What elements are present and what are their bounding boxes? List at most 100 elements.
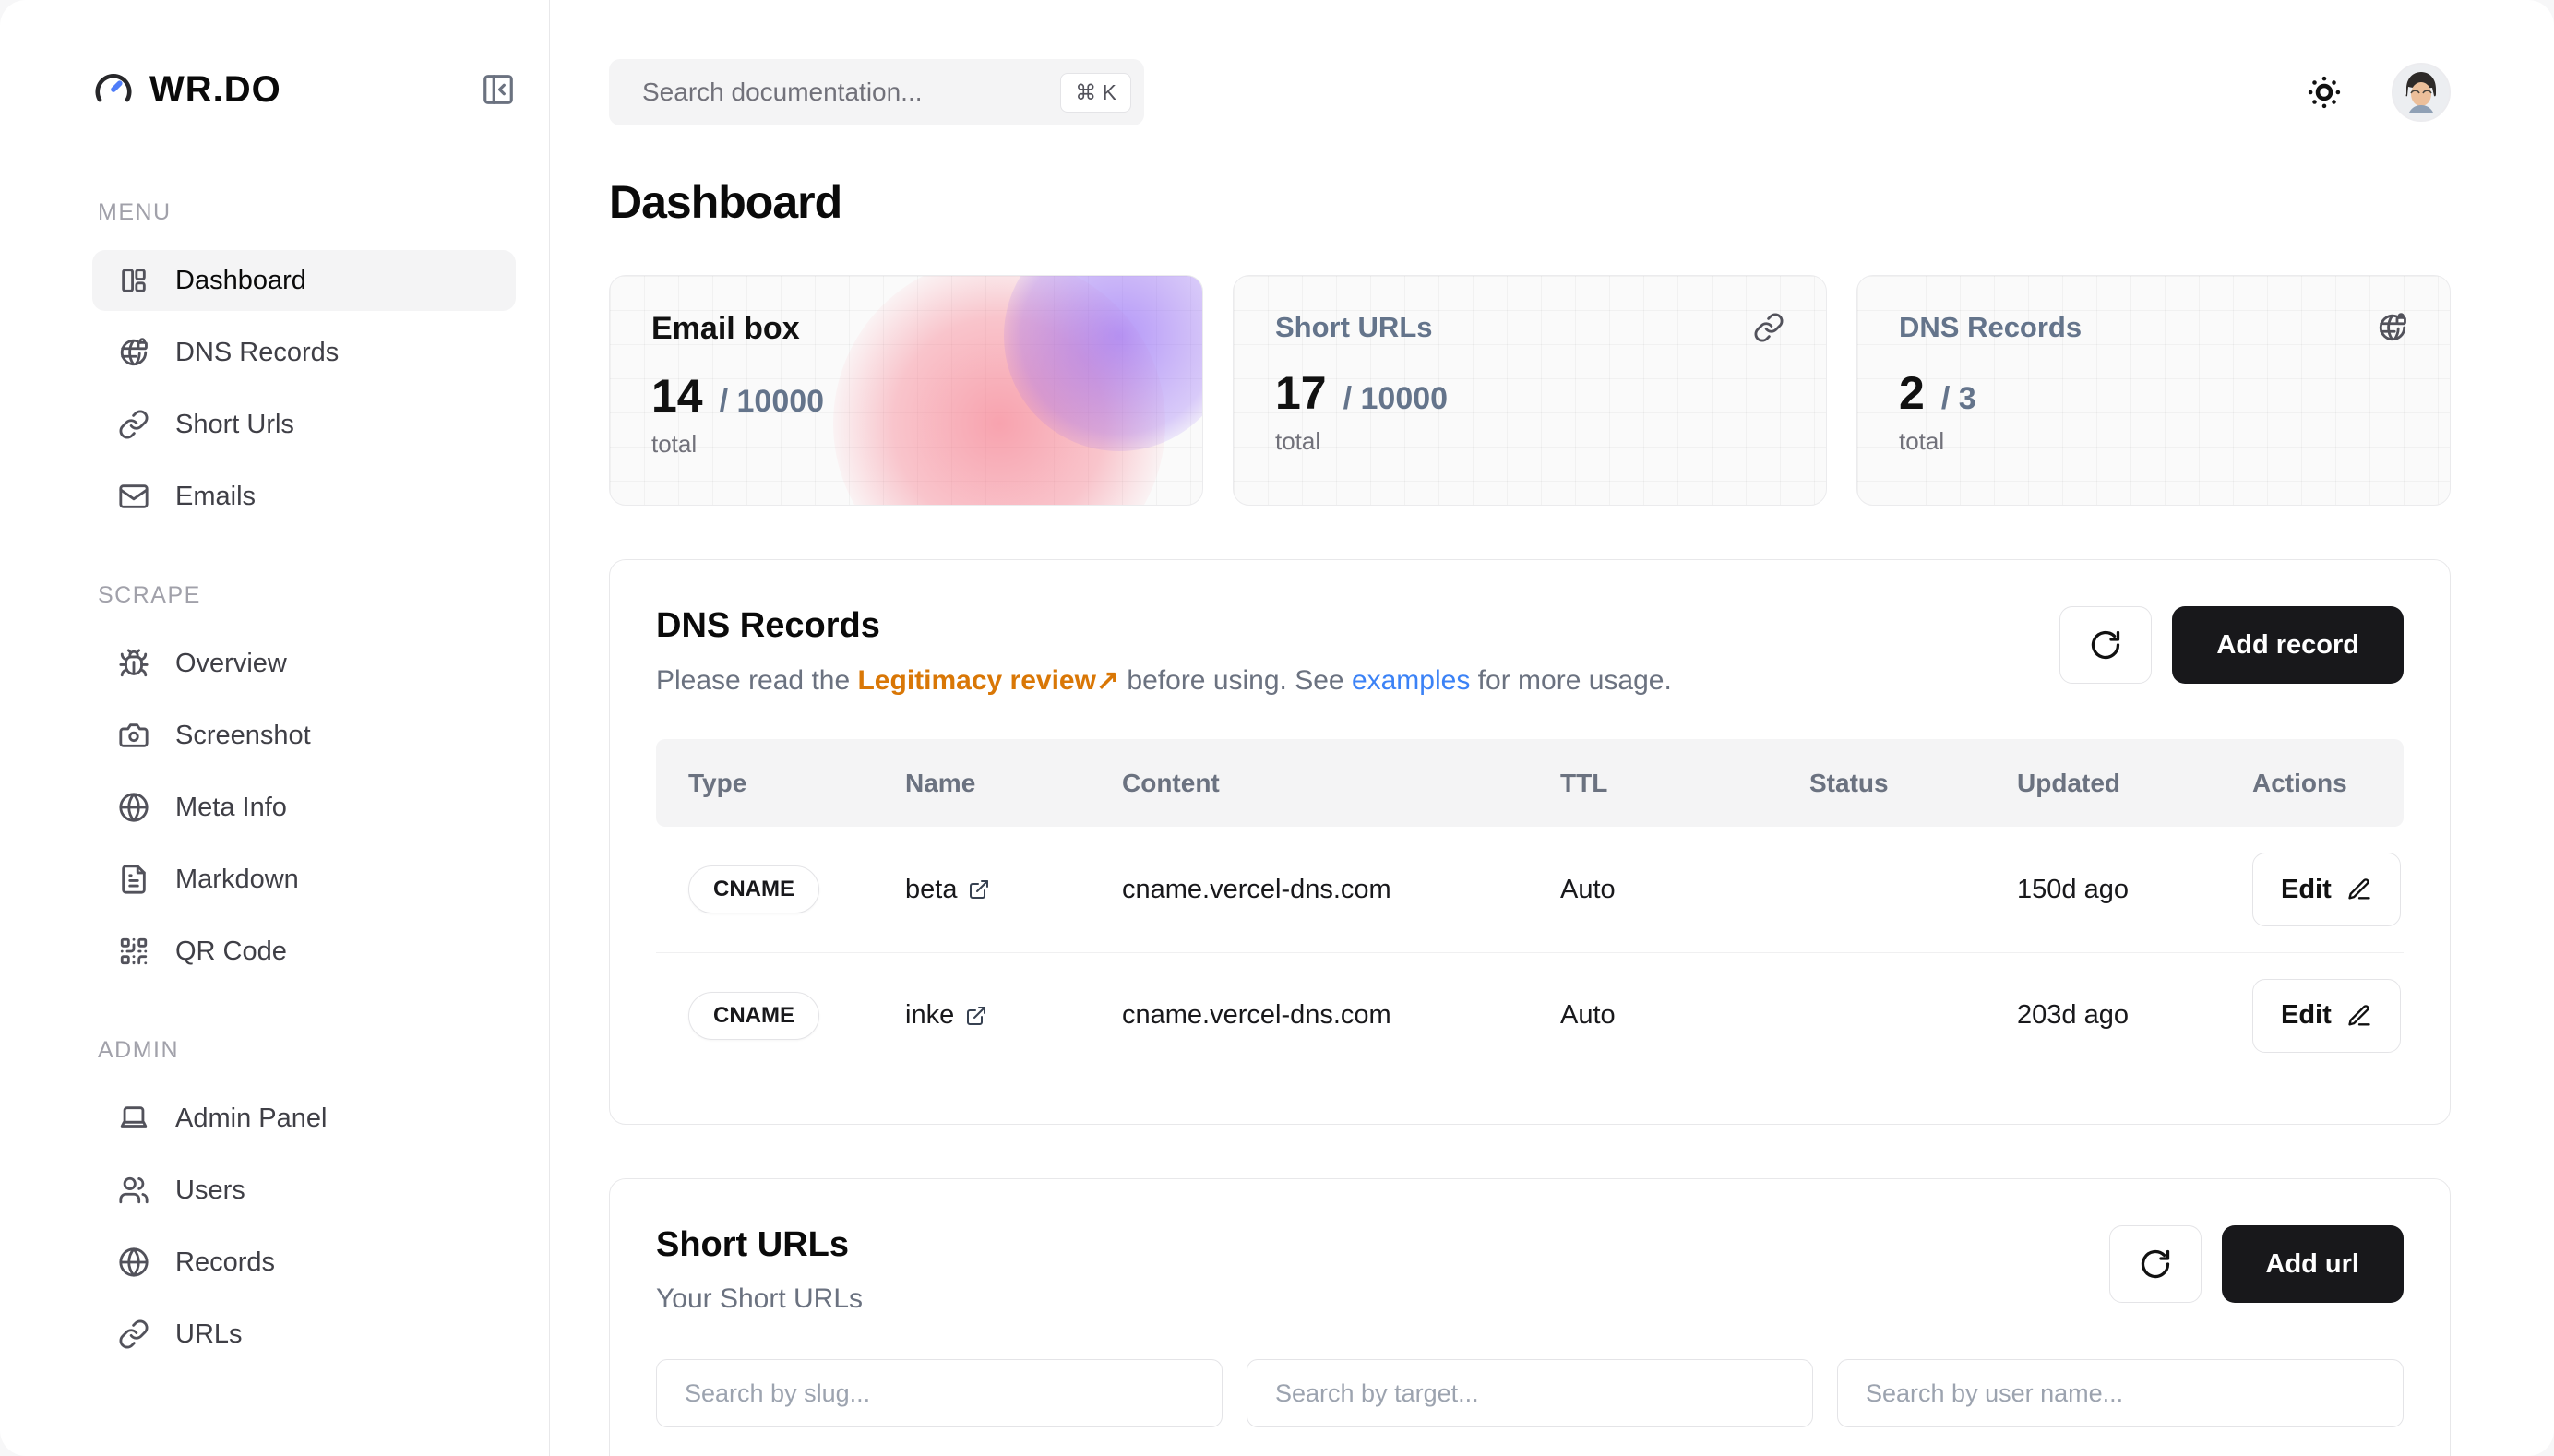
- col-ttl: TTL: [1560, 769, 1809, 798]
- stat-cards: Email box 14 / 10000 total Short URLs 17: [609, 275, 2451, 506]
- sidebar-item-emails[interactable]: Emails: [92, 466, 516, 527]
- search-by-user-name-input[interactable]: [1837, 1359, 2404, 1427]
- record-type-badge: CNAME: [688, 992, 819, 1040]
- desc-text: Please read the: [656, 665, 857, 696]
- card-title: DNS Records: [1899, 311, 2082, 344]
- col-type: Type: [688, 769, 905, 798]
- edit-label: Edit: [2281, 875, 2332, 905]
- sidebar-item-label: Records: [175, 1247, 275, 1278]
- short-urls-panel: Short URLs Your Short URLs Add url: [609, 1178, 2451, 1456]
- nav-section-label: MENU: [98, 199, 516, 226]
- doc-search-input[interactable]: [642, 78, 1060, 107]
- sidebar-item-label: Short Urls: [175, 410, 294, 440]
- stat-card-dns-records: DNS Records 2 / 3 total: [1856, 275, 2451, 506]
- mail-icon: [118, 481, 149, 512]
- record-updated: 150d ago: [2017, 875, 2252, 905]
- sidebar-item-overview[interactable]: Overview: [92, 633, 516, 694]
- sidebar-item-qr-code[interactable]: QR Code: [92, 921, 516, 982]
- search-by-target-input[interactable]: [1247, 1359, 1813, 1427]
- nav-group-admin: ADMIN Admin Panel Users Records: [92, 1037, 516, 1365]
- sidebar-collapse-icon[interactable]: [481, 72, 516, 107]
- doc-search-box[interactable]: ⌘ K: [609, 59, 1144, 125]
- card-value: 2: [1899, 366, 1925, 420]
- col-status: Status: [1809, 769, 2017, 798]
- card-value: 17: [1275, 366, 1327, 420]
- sidebar-item-label: Meta Info: [175, 793, 287, 823]
- sidebar-item-screenshot[interactable]: Screenshot: [92, 705, 516, 766]
- record-content: cname.vercel-dns.com: [1122, 1000, 1560, 1031]
- main-content: ⌘ K Dashboard Email box 14: [550, 0, 2554, 1456]
- add-url-button[interactable]: Add url: [2222, 1225, 2405, 1303]
- brand-name: WR.DO: [149, 69, 281, 111]
- file-text-icon: [118, 864, 149, 895]
- dns-panel-heading: DNS Records Please read the Legitimacy r…: [656, 606, 1672, 697]
- sidebar-item-label: Dashboard: [175, 266, 306, 296]
- refresh-icon: [2089, 628, 2122, 662]
- add-record-button[interactable]: Add record: [2172, 606, 2404, 684]
- sidebar-item-markdown[interactable]: Markdown: [92, 849, 516, 910]
- sun-icon[interactable]: [2305, 73, 2344, 112]
- edit-record-button[interactable]: Edit: [2252, 853, 2401, 926]
- sidebar-item-dns-records[interactable]: DNS Records: [92, 322, 516, 383]
- link-icon: [118, 409, 149, 440]
- urls-panel-subtitle: Your Short URLs: [656, 1283, 863, 1315]
- urls-panel-title: Short URLs: [656, 1225, 863, 1265]
- refresh-icon: [2139, 1247, 2172, 1281]
- sidebar-item-label: DNS Records: [175, 338, 339, 368]
- card-total: / 3: [1941, 381, 1976, 417]
- brand-logo[interactable]: WR.DO: [92, 68, 281, 111]
- sidebar-header: WR.DO: [92, 68, 516, 111]
- layout-dashboard-icon: [118, 265, 149, 296]
- stat-card-email-box: Email box 14 / 10000 total: [609, 275, 1203, 506]
- shortcut-badge: ⌘ K: [1060, 73, 1131, 113]
- topbar: ⌘ K: [609, 59, 2451, 125]
- table-header-row: Type Name Content TTL Status Updated Act…: [656, 739, 2404, 827]
- table-row: CNAME inke cname.vercel-dns.com Auto 203…: [656, 952, 2404, 1078]
- record-name-link[interactable]: beta: [905, 875, 1122, 905]
- sidebar-item-records[interactable]: Records: [92, 1232, 516, 1293]
- sidebar-item-short-urls[interactable]: Short Urls: [92, 394, 516, 455]
- url-filters: [656, 1359, 2404, 1427]
- sidebar-item-label: Markdown: [175, 865, 299, 895]
- toggle-knob: [1768, 894, 1805, 931]
- legitimacy-review-link[interactable]: Legitimacy review: [857, 665, 1095, 696]
- urls-panel-heading: Short URLs Your Short URLs: [656, 1225, 863, 1315]
- card-caption: total: [1275, 427, 1784, 456]
- refresh-button[interactable]: [2059, 606, 2152, 684]
- desc-text: before using. See: [1119, 665, 1352, 696]
- desc-text: for more usage.: [1470, 665, 1671, 696]
- sidebar-item-label: Users: [175, 1176, 245, 1206]
- nav-group-scrape: SCRAPE Overview Screenshot Meta Info: [92, 582, 516, 982]
- laptop-icon: [118, 1103, 149, 1134]
- qr-code-icon: [118, 936, 149, 967]
- examples-link[interactable]: examples: [1352, 665, 1470, 696]
- stat-card-short-urls: Short URLs 17 / 10000 total: [1233, 275, 1827, 506]
- sidebar-item-urls[interactable]: URLs: [92, 1304, 516, 1365]
- sidebar-item-meta-info[interactable]: Meta Info: [92, 777, 516, 838]
- dns-records-panel: DNS Records Please read the Legitimacy r…: [609, 559, 2451, 1125]
- nav-section-label: SCRAPE: [98, 582, 516, 609]
- col-updated: Updated: [2017, 769, 2252, 798]
- sidebar-item-label: URLs: [175, 1319, 243, 1350]
- sidebar-item-dashboard[interactable]: Dashboard: [92, 250, 516, 311]
- card-title: Short URLs: [1275, 311, 1433, 344]
- card-value: 14: [651, 369, 703, 423]
- search-by-slug-input[interactable]: [656, 1359, 1223, 1427]
- page-title: Dashboard: [609, 175, 2451, 229]
- dns-records-table: Type Name Content TTL Status Updated Act…: [656, 739, 2404, 1078]
- refresh-button[interactable]: [2109, 1225, 2202, 1303]
- user-avatar[interactable]: [2392, 63, 2451, 122]
- record-updated: 203d ago: [2017, 1000, 2252, 1031]
- nav-group-menu: MENU Dashboard DNS Records Short Urls: [92, 199, 516, 527]
- globe-icon: [118, 792, 149, 823]
- col-content: Content: [1122, 769, 1560, 798]
- sidebar-item-users[interactable]: Users: [92, 1160, 516, 1221]
- record-name-link[interactable]: inke: [905, 1000, 1122, 1031]
- record-name: beta: [905, 875, 957, 905]
- card-total: / 10000: [1343, 381, 1448, 417]
- link-icon: [1753, 312, 1784, 343]
- sidebar-item-admin-panel[interactable]: Admin Panel: [92, 1088, 516, 1149]
- edit-record-button[interactable]: Edit: [2252, 979, 2401, 1053]
- record-content: cname.vercel-dns.com: [1122, 875, 1560, 905]
- globe-lock-icon: [118, 337, 149, 368]
